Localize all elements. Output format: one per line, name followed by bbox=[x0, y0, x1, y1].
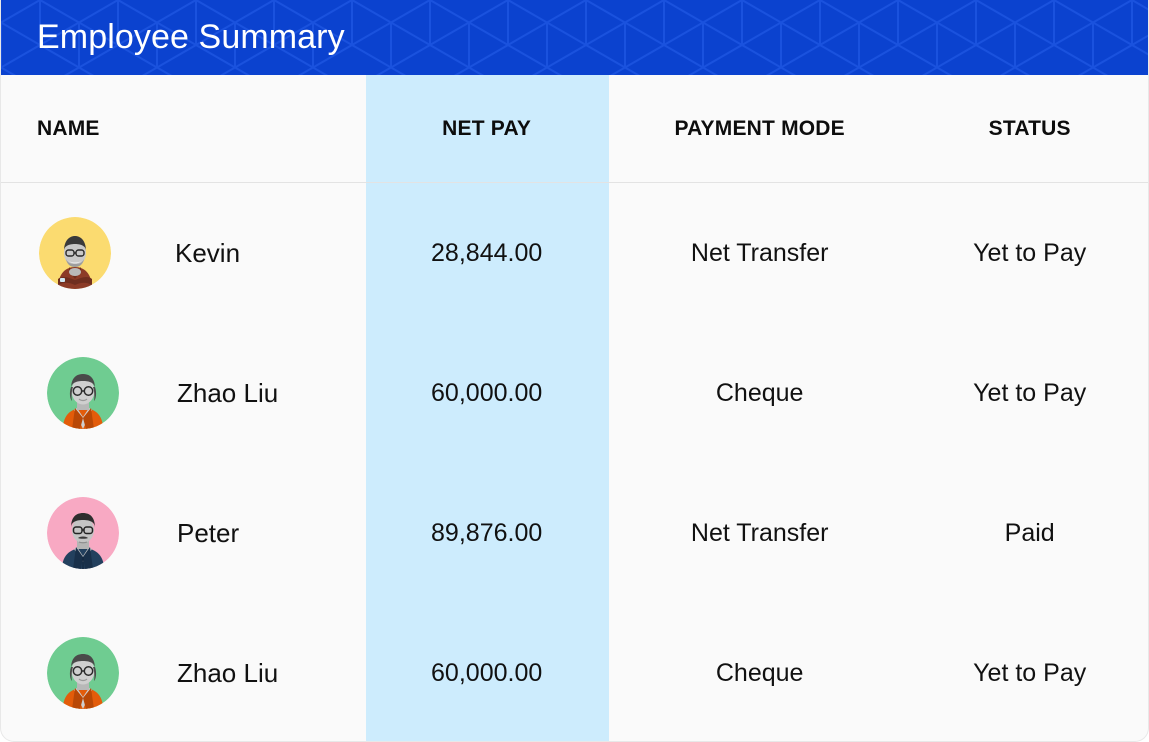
employee-name: Zhao Liu bbox=[177, 377, 279, 408]
status-value: Yet to Pay bbox=[973, 658, 1087, 687]
cell-status: Yet to Pay bbox=[911, 183, 1148, 323]
table-header-row: NAME NET PAY PAYMENT MODE STATUS bbox=[1, 75, 1148, 183]
avatar-zhao-liu-image bbox=[47, 357, 119, 429]
table-row[interactable]: Zhao Liu 60,000.00 Cheque Yet to Pay bbox=[1, 323, 1148, 463]
avatar-zhao-liu-2 bbox=[47, 637, 119, 709]
net-pay-value: 60,000.00 bbox=[431, 658, 543, 687]
table-row[interactable]: Kevin 28,844.00 Net Transfer Yet to Pay bbox=[1, 183, 1148, 323]
cell-name: Peter bbox=[1, 463, 365, 603]
cell-net-pay: 60,000.00 bbox=[365, 603, 608, 741]
column-header-name-label: NAME bbox=[37, 116, 100, 140]
avatar-kevin-image bbox=[39, 217, 111, 289]
cell-net-pay: 89,876.00 bbox=[365, 463, 608, 603]
cell-name: Zhao Liu bbox=[1, 323, 365, 463]
employee-table: NAME NET PAY PAYMENT MODE STATUS Kevin 2… bbox=[1, 75, 1148, 741]
cell-payment-mode: Cheque bbox=[608, 323, 911, 463]
net-pay-value: 60,000.00 bbox=[431, 378, 543, 407]
cell-net-pay: 28,844.00 bbox=[365, 183, 608, 323]
payment-mode-value: Cheque bbox=[715, 658, 804, 687]
column-header-status-label: STATUS bbox=[988, 116, 1071, 140]
employee-name: Peter bbox=[177, 517, 240, 548]
cell-payment-mode: Net Transfer bbox=[608, 463, 911, 603]
net-pay-value: 28,844.00 bbox=[431, 238, 543, 267]
payment-mode-value: Net Transfer bbox=[690, 238, 829, 267]
avatar-peter-image bbox=[47, 497, 119, 569]
avatar-peter bbox=[47, 497, 119, 569]
status-value: Yet to Pay bbox=[973, 238, 1087, 267]
table-row[interactable]: Peter 89,876.00 Net Transfer Paid bbox=[1, 463, 1148, 603]
employee-name: Kevin bbox=[175, 237, 241, 268]
cell-status: Yet to Pay bbox=[911, 603, 1148, 741]
page-title: Employee Summary bbox=[37, 18, 345, 56]
column-header-net-pay-label: NET PAY bbox=[442, 116, 532, 140]
card-header: Employee Summary bbox=[1, 0, 1148, 75]
net-pay-value: 89,876.00 bbox=[431, 518, 543, 547]
avatar-zhao-liu-2-image bbox=[47, 637, 119, 709]
column-header-net-pay[interactable]: NET PAY bbox=[365, 75, 608, 182]
payment-mode-value: Cheque bbox=[715, 378, 804, 407]
avatar-zhao-liu bbox=[47, 357, 119, 429]
employee-name: Zhao Liu bbox=[177, 657, 279, 688]
cell-payment-mode: Cheque bbox=[608, 603, 911, 741]
cell-status: Yet to Pay bbox=[911, 323, 1148, 463]
cell-status: Paid bbox=[911, 463, 1148, 603]
column-header-name[interactable]: NAME bbox=[1, 75, 365, 182]
avatar-kevin bbox=[39, 217, 111, 289]
column-header-payment-mode-label: PAYMENT MODE bbox=[674, 116, 845, 140]
employee-summary-card: Employee Summary NAME NET PAY PAYMENT MO… bbox=[0, 0, 1149, 742]
column-header-status[interactable]: STATUS bbox=[911, 75, 1148, 182]
payment-mode-value: Net Transfer bbox=[690, 518, 829, 547]
table-row[interactable]: Zhao Liu 60,000.00 Cheque Yet to Pay bbox=[1, 603, 1148, 741]
column-header-payment-mode[interactable]: PAYMENT MODE bbox=[608, 75, 911, 182]
status-value: Yet to Pay bbox=[973, 378, 1087, 407]
cell-payment-mode: Net Transfer bbox=[608, 183, 911, 323]
cell-name: Zhao Liu bbox=[1, 603, 365, 741]
cell-net-pay: 60,000.00 bbox=[365, 323, 608, 463]
status-value: Paid bbox=[1004, 518, 1055, 547]
cell-name: Kevin bbox=[1, 183, 365, 323]
